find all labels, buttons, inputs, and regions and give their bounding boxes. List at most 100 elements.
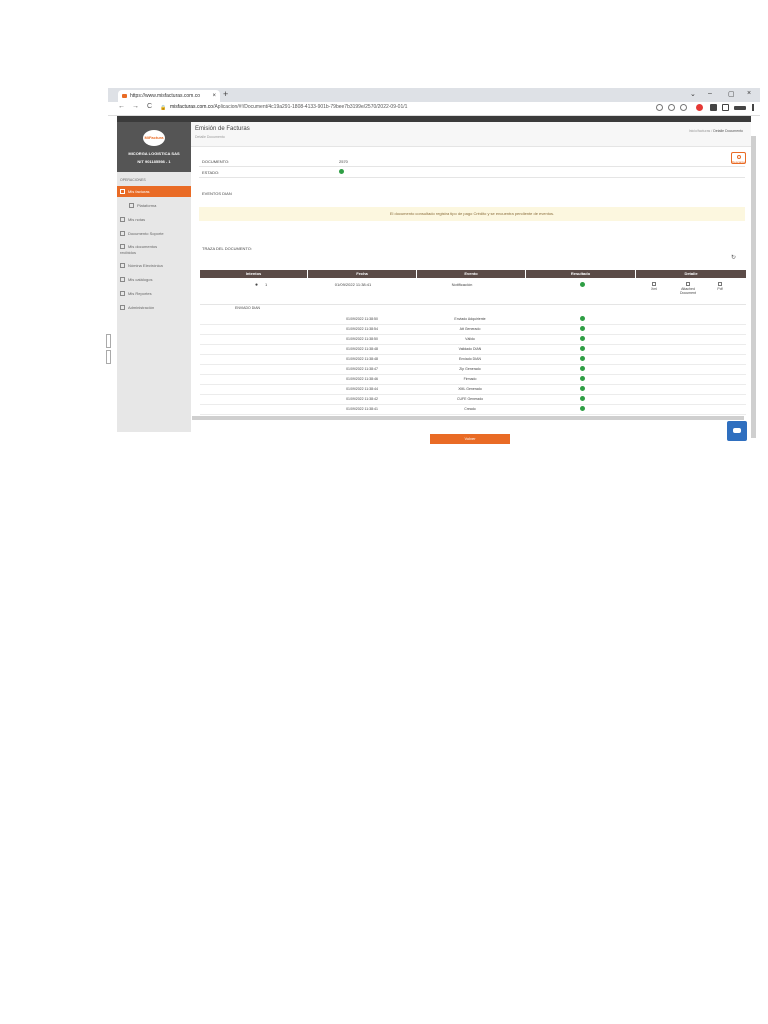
zoom-icon[interactable]	[656, 104, 663, 111]
sidebar-item-label: Mis notas	[128, 217, 146, 222]
document-icon	[120, 231, 125, 237]
sidebar-item-plataforma[interactable]: Plataforma	[117, 200, 191, 211]
back-button[interactable]: Volver	[430, 434, 510, 444]
minimize-button[interactable]: –	[708, 90, 712, 97]
company-name: MICORGA LOGISTICA SAS	[128, 151, 180, 156]
share-icon[interactable]	[668, 104, 675, 111]
screenshot-frame: https://www.misfacturas.com.co × + ⌄ – ▢…	[108, 88, 760, 444]
sidebar-item-label: Mis documentos recibidos	[120, 244, 158, 255]
chat-icon[interactable]	[727, 421, 747, 441]
file-icon	[718, 282, 722, 286]
estado-label: ESTADO:	[202, 170, 220, 175]
close-window-button[interactable]: ×	[747, 90, 751, 97]
browser-tabbar: https://www.misfacturas.com.co × + ⌄ – ▢…	[108, 88, 760, 102]
vertical-scrollbar[interactable]	[751, 136, 756, 438]
expand-icon[interactable]: ●	[255, 282, 258, 288]
row-fecha: 01/09/2022 11:38:47	[346, 367, 378, 371]
row-fecha: 01/09/2022 11:38:41	[346, 407, 378, 411]
page-subtitle: Detalle Documento	[195, 135, 225, 139]
menu-icon[interactable]	[752, 104, 754, 111]
group-label: ENVIADO DIAN	[235, 306, 261, 310]
sidebar-item-nomina[interactable]: Nómina Electrónica	[117, 260, 191, 271]
row-evento: Enviado DIAN	[459, 357, 481, 361]
star-icon[interactable]	[680, 104, 687, 111]
favicon-icon	[122, 94, 127, 98]
reload-icon[interactable]: C	[147, 103, 152, 110]
sidebar-item-administracion[interactable]: Administración	[117, 302, 191, 313]
sidebar-item-label: Mis Reportes	[128, 291, 152, 296]
refresh-icon[interactable]: ↻	[731, 254, 736, 261]
back-arrow-icon[interactable]: ←	[118, 103, 125, 110]
address-bar: ← → C 🔒 misfacturas.com.co/Aplicacion/#!…	[108, 102, 760, 116]
sidebar-item-label: Mis catálogos	[128, 277, 153, 282]
settings-icon	[120, 305, 125, 311]
sidebar-item-label: Mis facturas	[128, 189, 150, 194]
file-icon	[652, 282, 656, 286]
url-field[interactable]: misfacturas.com.co/Aplicacion/#!/Documen…	[170, 104, 407, 110]
sidebar-item-mis-facturas[interactable]: Mis facturas	[117, 186, 191, 197]
row-evento: XML Generado	[458, 387, 482, 391]
payroll-icon	[120, 263, 125, 269]
main-content: Emisión de Facturas Detalle Documento In…	[191, 116, 751, 444]
page-header: Emisión de Facturas Detalle Documento In…	[191, 122, 751, 147]
result-ok-icon	[580, 386, 585, 391]
sidebar-item-label: Nómina Electrónica	[128, 263, 163, 268]
url-path: /Aplicacion/#!/Document/4c19a291-1808-41…	[213, 104, 408, 110]
result-ok-icon	[580, 406, 585, 411]
result-ok-icon	[580, 366, 585, 371]
sidebar-item-label: Documento Soporte	[128, 231, 164, 236]
extension-icon[interactable]	[696, 104, 703, 111]
puzzle-icon[interactable]	[710, 104, 717, 111]
intentos-value: 1	[265, 282, 268, 287]
breadcrumb-home[interactable]: Inicio/facturas	[689, 129, 711, 133]
download-icon	[686, 282, 690, 286]
edge-handle	[106, 334, 111, 348]
platform-icon	[129, 203, 134, 209]
company-logo: MiFactura	[143, 130, 165, 146]
inbox-icon	[120, 244, 125, 250]
browser-tab[interactable]: https://www.misfacturas.com.co ×	[118, 90, 220, 102]
sidebar-item-mis-notas[interactable]: Mis notas	[117, 214, 191, 225]
result-ok-icon	[580, 336, 585, 341]
tab-search-icon[interactable]: ⌄	[690, 90, 696, 98]
sidebar-item-documentos-recibidos[interactable]: Mis documentos recibidos	[117, 242, 191, 258]
horizontal-scrollbar[interactable]	[192, 416, 744, 420]
col-intentos: Intentos	[200, 270, 308, 278]
sidebar-item-label: Administración	[128, 305, 155, 310]
row-evento: CUFE Generado	[456, 397, 484, 401]
forward-arrow-icon[interactable]: →	[132, 103, 139, 110]
attached-link-label: Attached Document	[680, 287, 696, 295]
invoice-icon	[120, 189, 125, 195]
row-fecha: 01/09/2022 11:38:46	[346, 377, 378, 381]
maximize-button[interactable]: ▢	[728, 90, 735, 98]
pdf-link[interactable]: Pdf	[709, 282, 731, 291]
result-ok-icon	[580, 282, 585, 287]
catalog-icon	[120, 277, 125, 283]
result-ok-icon	[580, 356, 585, 361]
sidebar-item-reportes[interactable]: Mis Reportes	[117, 288, 191, 299]
sidebar-item-catalogos[interactable]: Mis catálogos	[117, 274, 191, 285]
status-ok-icon	[339, 169, 344, 174]
sidepanel-icon[interactable]	[722, 104, 729, 111]
report-icon	[120, 291, 125, 297]
xml-link[interactable]: Xml	[643, 282, 665, 291]
close-tab-icon[interactable]: ×	[212, 90, 216, 102]
documento-label: DOCUMENTO:	[202, 159, 230, 164]
evento-value: Notificación	[451, 282, 473, 287]
notes-icon	[120, 217, 125, 223]
attached-document-link[interactable]: Attached Document	[674, 282, 702, 295]
row-fecha: 01/09/2022 11:38:42	[346, 397, 378, 401]
top-strip	[117, 116, 191, 122]
pdf-link-label: Pdf	[717, 287, 723, 291]
breadcrumb: Inicio/facturas / Detalle Documento	[688, 129, 743, 133]
col-evento: Evento	[417, 270, 526, 278]
sidebar-item-documento-soporte[interactable]: Documento Soporte	[117, 228, 191, 239]
download-button[interactable]: Descargar	[731, 152, 746, 164]
sidebar-section-label: OPERACIONES	[120, 178, 146, 182]
row-fecha: 01/09/2022 11:38:50	[346, 337, 378, 341]
profile-icon[interactable]	[734, 106, 746, 110]
row-evento: Enviado Adquiriente	[454, 317, 486, 321]
new-tab-button[interactable]: +	[223, 89, 228, 99]
xml-link-label: Xml	[650, 287, 658, 291]
col-detalle: Detalle	[684, 271, 698, 276]
